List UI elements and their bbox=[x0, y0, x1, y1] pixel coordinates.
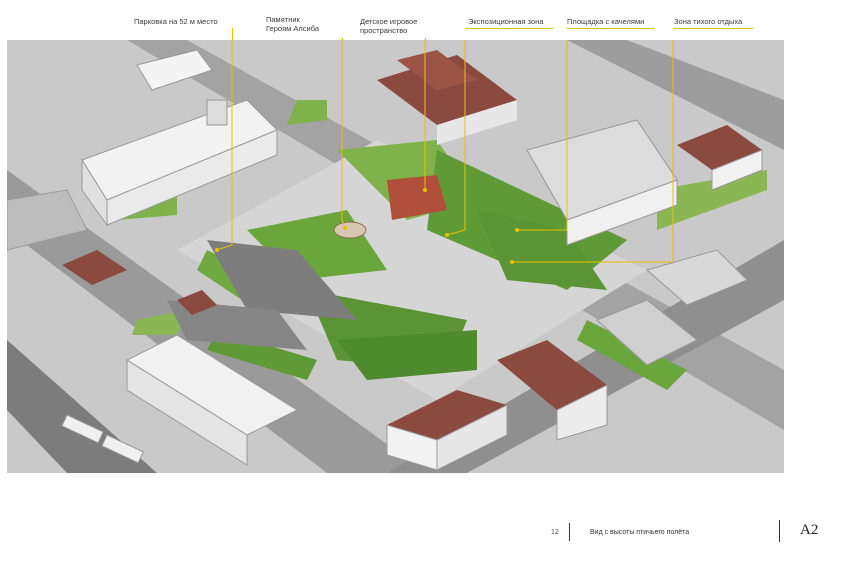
page-number: 12 bbox=[551, 529, 559, 536]
footer-divider bbox=[779, 520, 780, 542]
callout-exhibition: Экспозиционная зона bbox=[468, 17, 544, 26]
callout-swings: Площадка с качелями bbox=[567, 17, 645, 26]
callout-monument: Памятник Героям Алсиба bbox=[266, 15, 319, 33]
callout-quiet-zone: Зона тихого отдыха bbox=[674, 17, 743, 26]
leader-line bbox=[567, 28, 655, 29]
callout-playground: Детское игровое пространство bbox=[360, 17, 418, 35]
leader-line bbox=[232, 28, 233, 40]
leader-line bbox=[425, 38, 426, 40]
page-title: Вид с высоты птичьего полёта bbox=[590, 529, 690, 536]
leader-line bbox=[673, 28, 753, 29]
leader-line bbox=[465, 28, 553, 29]
footer-divider bbox=[569, 523, 570, 541]
aerial-view-illustration bbox=[7, 40, 784, 473]
callout-parking: Парковка на 52 м место bbox=[134, 17, 218, 26]
leader-line bbox=[342, 38, 343, 40]
sheet-format: А2 bbox=[800, 522, 819, 538]
